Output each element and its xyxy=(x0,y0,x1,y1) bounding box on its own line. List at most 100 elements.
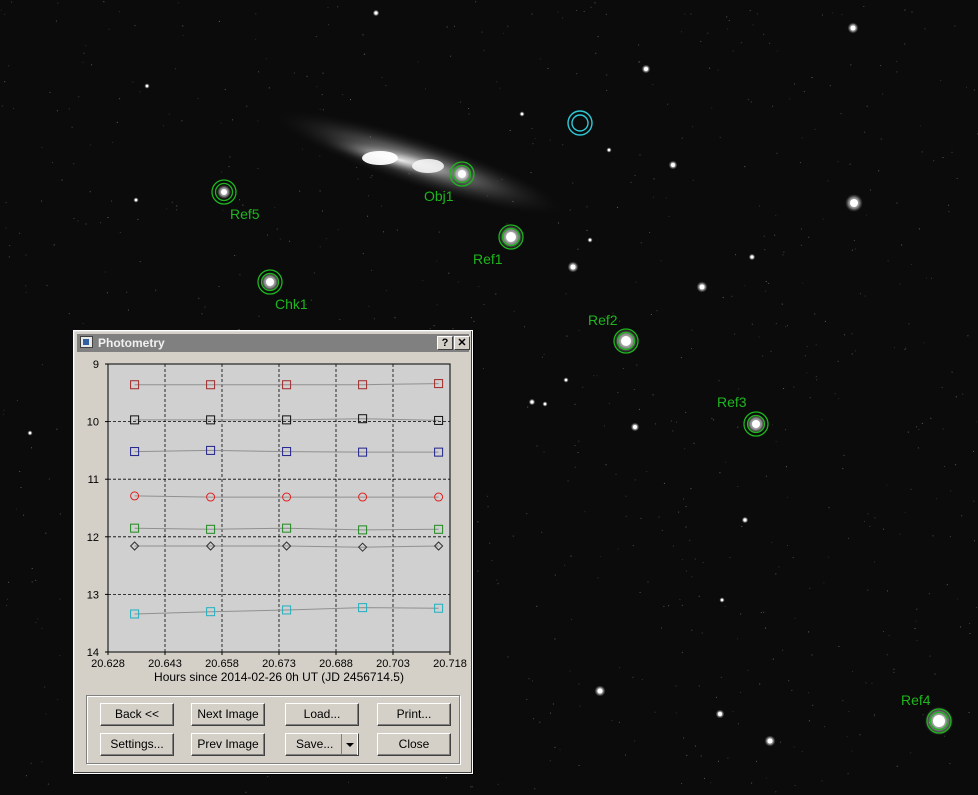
noise-speck xyxy=(326,238,328,240)
noise-speck xyxy=(686,754,688,756)
noise-speck xyxy=(482,368,484,370)
noise-speck xyxy=(737,638,738,640)
save-dropdown-chevron-icon[interactable] xyxy=(341,734,358,755)
noise-speck xyxy=(49,91,51,93)
noise-speck xyxy=(719,136,721,138)
noise-speck xyxy=(904,43,906,45)
noise-speck xyxy=(916,639,918,641)
save-button[interactable]: Save... xyxy=(285,733,359,756)
noise-speck xyxy=(899,283,901,285)
noise-speck xyxy=(652,84,654,85)
noise-speck xyxy=(6,598,8,600)
noise-speck xyxy=(740,42,742,44)
noise-speck xyxy=(268,87,270,89)
close-label: Close xyxy=(398,737,430,751)
noise-speck xyxy=(816,379,818,381)
noise-speck xyxy=(53,244,55,246)
noise-speck xyxy=(700,40,702,42)
noise-speck xyxy=(888,635,890,637)
load-button[interactable]: Load... xyxy=(285,703,359,726)
noise-speck xyxy=(764,249,766,251)
noise-speck xyxy=(450,55,452,57)
noise-speck xyxy=(880,65,882,66)
noise-speck xyxy=(639,61,641,63)
close-icon[interactable]: ✕ xyxy=(454,336,470,350)
next-image-button[interactable]: Next Image xyxy=(191,703,265,726)
noise-speck xyxy=(690,13,692,15)
noise-speck xyxy=(582,386,584,388)
noise-speck xyxy=(119,232,121,233)
noise-speck xyxy=(370,176,372,178)
noise-speck xyxy=(911,11,913,13)
print-button[interactable]: Print... xyxy=(377,703,451,726)
noise-speck xyxy=(954,25,956,27)
x-tick-label: 20.658 xyxy=(205,658,239,670)
noise-speck xyxy=(558,222,559,224)
noise-speck xyxy=(82,61,84,63)
star-core xyxy=(520,112,524,116)
noise-speck xyxy=(918,429,920,430)
noise-speck xyxy=(507,25,509,27)
prev-image-button[interactable]: Prev Image xyxy=(191,733,265,756)
noise-speck xyxy=(35,622,37,624)
noise-speck xyxy=(78,96,80,98)
noise-speck xyxy=(25,775,27,777)
noise-speck xyxy=(2,414,4,415)
noise-speck xyxy=(639,154,641,156)
noise-speck xyxy=(649,232,651,233)
noise-speck xyxy=(83,52,85,54)
noise-speck xyxy=(634,479,636,481)
noise-speck xyxy=(436,260,438,262)
noise-speck xyxy=(8,581,10,583)
noise-speck xyxy=(707,32,709,34)
noise-speck xyxy=(728,20,730,21)
close-button[interactable]: Close xyxy=(377,733,451,756)
noise-speck xyxy=(356,166,358,168)
noise-speck xyxy=(310,299,312,301)
star-core xyxy=(145,84,149,88)
noise-speck xyxy=(793,386,795,388)
noise-speck xyxy=(640,517,642,519)
noise-speck xyxy=(665,197,667,199)
noise-speck xyxy=(394,317,396,319)
noise-speck xyxy=(478,286,480,287)
star-core xyxy=(850,25,856,31)
help-button[interactable]: ? xyxy=(437,336,453,350)
noise-speck xyxy=(775,791,777,793)
photometry-dialog[interactable]: Photometry ? ✕ 20.628 20.643 20.658 20.673 2… xyxy=(73,330,473,774)
noise-speck xyxy=(218,286,220,287)
noise-speck xyxy=(853,240,855,241)
noise-speck xyxy=(760,612,762,614)
title-bar[interactable]: Photometry ? ✕ xyxy=(77,334,470,352)
noise-speck xyxy=(775,573,777,575)
noise-speck xyxy=(258,315,260,317)
noise-speck xyxy=(68,313,70,315)
noise-speck xyxy=(118,11,120,13)
noise-speck xyxy=(204,306,206,308)
noise-speck xyxy=(8,256,10,258)
noise-speck xyxy=(255,13,257,15)
noise-speck xyxy=(635,281,637,283)
settings-button[interactable]: Settings... xyxy=(100,733,174,756)
noise-speck xyxy=(509,130,511,131)
noise-speck xyxy=(603,425,605,427)
noise-speck xyxy=(316,86,318,87)
noise-speck xyxy=(224,89,226,90)
noise-speck xyxy=(174,68,176,70)
noise-speck xyxy=(864,131,866,133)
noise-speck xyxy=(975,421,977,423)
noise-speck xyxy=(586,206,588,208)
noise-speck xyxy=(239,199,240,201)
noise-speck xyxy=(487,495,488,497)
noise-speck xyxy=(267,776,269,778)
noise-speck xyxy=(549,760,551,762)
noise-speck xyxy=(668,605,670,607)
noise-speck xyxy=(747,669,749,671)
noise-speck xyxy=(851,353,853,355)
noise-speck xyxy=(814,128,816,130)
back-button[interactable]: Back << xyxy=(100,703,174,726)
noise-speck xyxy=(672,545,674,547)
noise-speck xyxy=(527,406,529,408)
noise-speck xyxy=(570,618,572,620)
noise-speck xyxy=(578,330,580,331)
